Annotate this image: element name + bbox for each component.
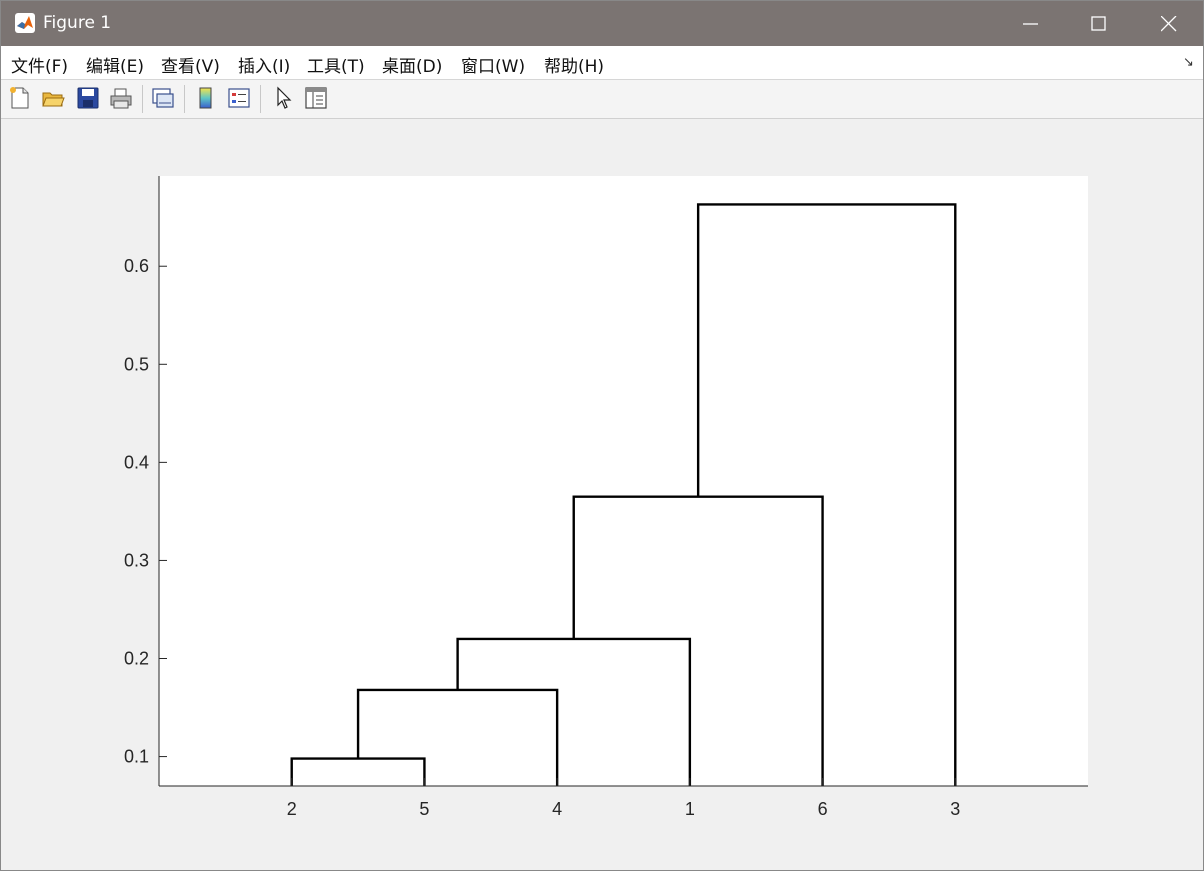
- title-bar[interactable]: Figure 1: [1, 1, 1203, 46]
- minimize-icon: [1023, 23, 1038, 25]
- figure-toolbar: [1, 80, 1203, 119]
- window-title: Figure 1: [43, 13, 112, 33]
- maximize-button[interactable]: [1065, 1, 1131, 46]
- link-plot-button[interactable]: [149, 84, 177, 112]
- y-tick-label: 0.5: [124, 354, 149, 374]
- y-tick-label: 0.6: [124, 256, 149, 276]
- new-figure-button[interactable]: [6, 84, 34, 112]
- dock-arrow-icon[interactable]: ↘: [1183, 55, 1194, 70]
- menu-help[interactable]: 帮助(H): [544, 52, 604, 77]
- menu-insert[interactable]: 插入(I): [238, 52, 290, 77]
- legend-icon: [228, 88, 250, 108]
- x-tick-label: 1: [685, 799, 695, 819]
- menu-edit[interactable]: 编辑(E): [86, 52, 144, 77]
- print-button[interactable]: [107, 84, 135, 112]
- menu-desktop[interactable]: 桌面(D): [382, 52, 442, 77]
- link-plot-icon: [152, 88, 174, 108]
- menu-bar: 文件(F) 编辑(E) 查看(V) 插入(I) 工具(T) 桌面(D) 窗口(W…: [1, 46, 1203, 80]
- toolbar-separator: [184, 85, 185, 113]
- pointer-icon: [277, 86, 292, 109]
- dendrogram-axes[interactable]: 0.1 0.2 0.3 0.4 0.5 0.6 2 5 4 1 6 3: [1, 119, 1203, 870]
- menu-window[interactable]: 窗口(W): [461, 52, 525, 77]
- y-tick-label: 0.1: [124, 747, 149, 767]
- print-icon: [110, 88, 132, 109]
- figure-canvas: 0.1 0.2 0.3 0.4 0.5 0.6 2 5 4 1 6 3: [1, 119, 1203, 870]
- minimize-button[interactable]: [997, 1, 1063, 46]
- plot-area: [159, 176, 1088, 786]
- x-tick-label: 5: [419, 799, 429, 819]
- figure-window: Figure 1 文件(F) 编辑(E) 查看(V) 插入(I) 工具(T) 桌…: [0, 0, 1204, 871]
- x-tick-label: 3: [950, 799, 960, 819]
- x-tick-label: 2: [287, 799, 297, 819]
- matlab-logo-icon: [15, 13, 35, 33]
- toolbar-separator: [142, 85, 143, 113]
- toolbar-separator: [260, 85, 261, 113]
- save-icon: [77, 87, 99, 109]
- legend-button[interactable]: [225, 84, 253, 112]
- open-file-icon: [42, 92, 65, 107]
- new-figure-icon: [10, 87, 29, 109]
- y-tick-label: 0.3: [124, 550, 149, 570]
- open-file-button[interactable]: [39, 84, 67, 112]
- save-button[interactable]: [74, 84, 102, 112]
- menu-tools[interactable]: 工具(T): [307, 52, 365, 77]
- menu-view[interactable]: 查看(V): [161, 52, 220, 77]
- x-tick-label: 4: [552, 799, 562, 819]
- maximize-icon: [1091, 16, 1106, 31]
- pointer-button[interactable]: [269, 84, 297, 112]
- y-tick-label: 0.2: [124, 649, 149, 669]
- close-button[interactable]: [1135, 1, 1201, 46]
- property-inspector-button[interactable]: [302, 84, 330, 112]
- x-tick-label: 6: [818, 799, 828, 819]
- menu-file[interactable]: 文件(F): [11, 52, 68, 77]
- colorbar-button[interactable]: [192, 84, 220, 112]
- y-tick-label: 0.4: [124, 452, 149, 472]
- colorbar-icon: [199, 87, 212, 109]
- close-icon: [1161, 16, 1177, 32]
- property-inspector-icon: [305, 87, 327, 109]
